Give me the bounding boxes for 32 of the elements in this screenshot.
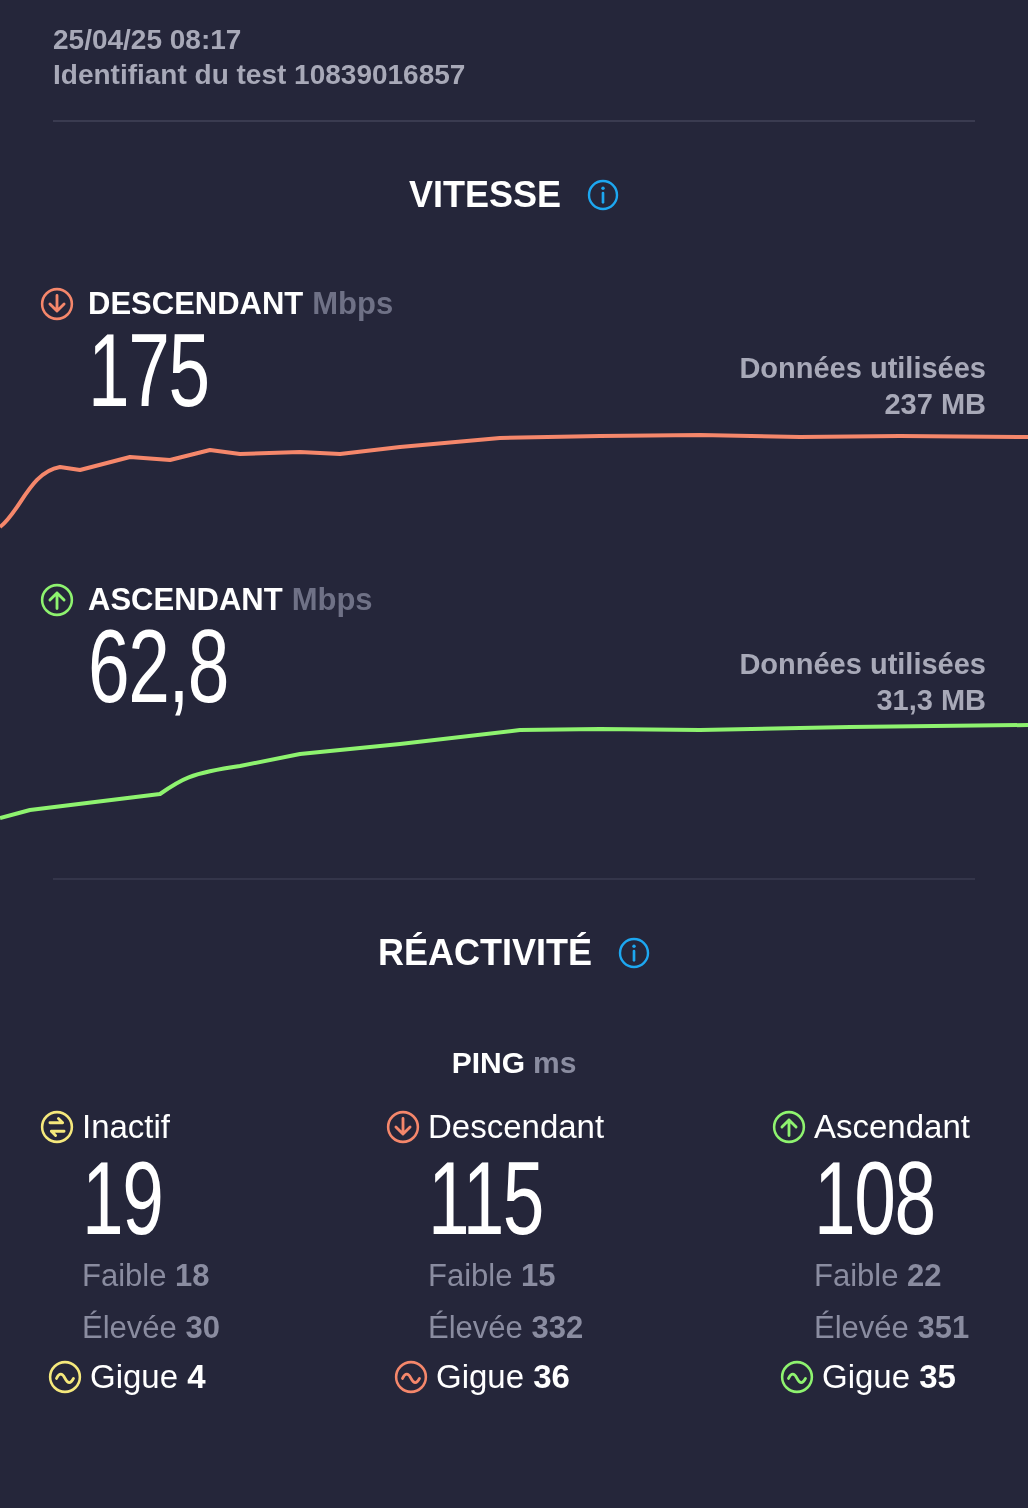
data-value: 237 MB [884, 387, 986, 422]
ping-value: 19 [82, 1146, 164, 1250]
jitter-stat: Gigue 35 [822, 1358, 956, 1396]
data-label: Données utilisées [739, 351, 986, 386]
ping-type-label: Ascendant [814, 1108, 970, 1146]
ping-type-label: Descendant [428, 1108, 605, 1146]
test-date: 25/04/25 08:17 [53, 23, 243, 57]
wave-icon [394, 1360, 428, 1394]
high-stat: Élevée 332 [428, 1309, 585, 1347]
wave-icon [780, 1360, 814, 1394]
test-id: Identifiant du test 10839016857 [53, 58, 467, 92]
low-stat: Faible 22 [814, 1257, 943, 1295]
section-title: RÉACTIVITÉ [378, 932, 592, 974]
data-value: 31,3 MB [876, 683, 986, 718]
ping-value: 115 [428, 1146, 545, 1250]
jitter-stat: Gigue 4 [90, 1358, 206, 1396]
section-title: VITESSE [408, 174, 562, 216]
info-icon[interactable] [587, 179, 620, 211]
low-stat: Faible 15 [428, 1257, 557, 1295]
info-icon[interactable] [618, 937, 650, 969]
metric-unit: Mbps [312, 286, 394, 322]
metric-unit: Mbps [291, 582, 373, 618]
wave-icon [48, 1360, 82, 1394]
ping-type-label: Inactif [82, 1108, 171, 1146]
ping-value: 108 [814, 1146, 936, 1250]
ping-label: PING [451, 1046, 525, 1080]
high-stat: Élevée 30 [82, 1309, 221, 1347]
jitter-stat: Gigue 36 [436, 1358, 570, 1396]
ping-unit: ms [533, 1046, 577, 1080]
high-stat: Élevée 351 [814, 1309, 971, 1347]
low-stat: Faible 18 [82, 1257, 211, 1295]
data-label: Données utilisées [739, 647, 986, 682]
